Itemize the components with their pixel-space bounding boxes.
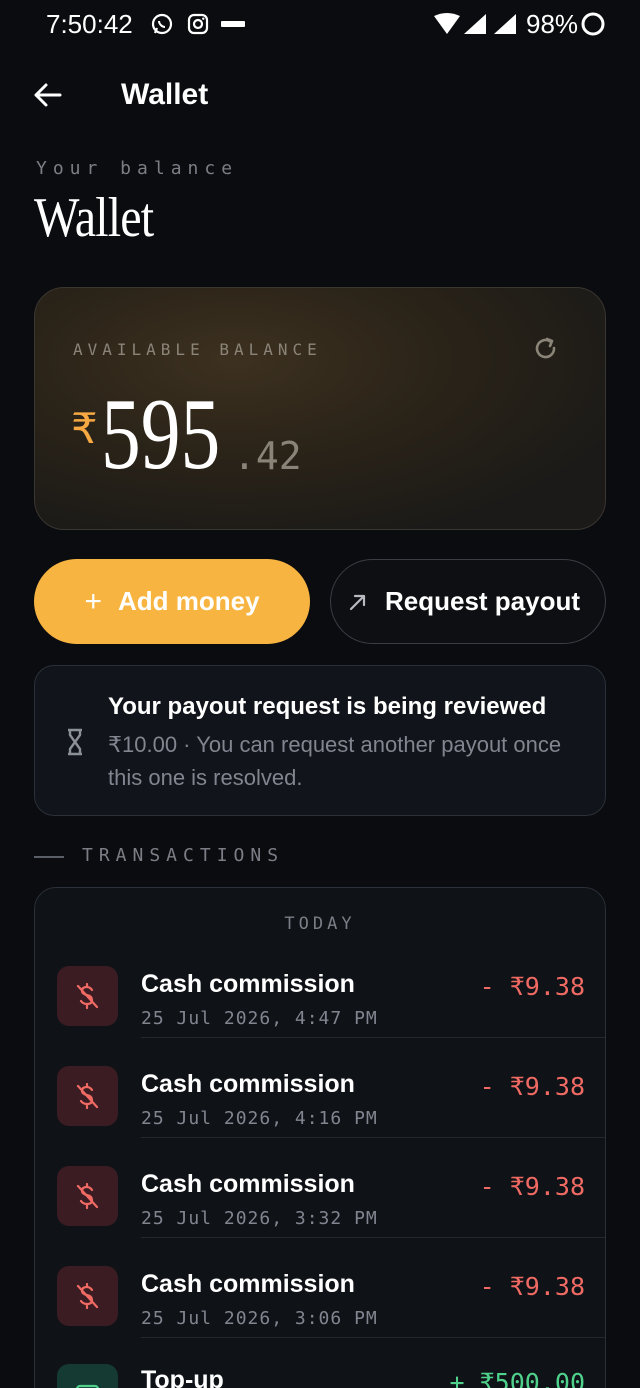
dollar-off-icon	[76, 983, 99, 1010]
payout-review-notice: Your payout request is being reviewed ₹1…	[34, 665, 606, 816]
app-bar-title: Wallet	[121, 78, 209, 111]
instagram-icon	[187, 13, 209, 35]
balance-eyebrow: Your balance	[36, 158, 239, 179]
request-payout-label: Request payout	[385, 586, 581, 616]
transaction-row[interactable]: Cash commission 25 Jul 2026, 3:32 PM - ₹…	[35, 1138, 605, 1238]
transaction-row[interactable]: Cash commission 25 Jul 2026, 4:47 PM - ₹…	[35, 938, 605, 1038]
media-icon	[221, 21, 245, 27]
balance-fraction: .42	[233, 434, 302, 478]
transaction-name: Top-up	[141, 1366, 224, 1388]
request-payout-button[interactable]: Request payout	[330, 559, 606, 644]
transaction-name: Cash commission	[141, 1170, 355, 1198]
add-money-label: Add money	[117, 586, 260, 616]
transactions-card: TODAY Cash commission 25 Jul 2026, 4:47 …	[34, 887, 606, 1388]
hourglass-icon	[68, 728, 82, 756]
transaction-amount: + ₹500.00	[449, 1368, 585, 1388]
add-money-button[interactable]: + Add money	[34, 559, 310, 644]
transaction-icon-badge	[57, 1364, 118, 1388]
notice-body: ₹10.00 · You can request another payout …	[108, 732, 562, 790]
transaction-name: Cash commission	[141, 970, 355, 998]
transaction-icon-badge	[57, 966, 118, 1026]
balance-card: AVAILABLE BALANCE ₹ 595 .42	[34, 287, 606, 530]
signal-icon	[464, 14, 486, 34]
transaction-date: 25 Jul 2026, 4:47 PM	[141, 1008, 378, 1029]
balance-label: AVAILABLE BALANCE	[73, 340, 322, 359]
transaction-date: 25 Jul 2026, 4:16 PM	[141, 1108, 378, 1129]
transaction-name: Cash commission	[141, 1270, 355, 1298]
battery-level: 98%	[526, 9, 579, 39]
page-title: Wallet	[34, 187, 154, 249]
whatsapp-icon	[151, 13, 173, 35]
transaction-icon-badge	[57, 1166, 118, 1226]
group-label-today: TODAY	[284, 914, 356, 934]
status-time: 7:50:42	[46, 9, 133, 39]
arrow-up-right-icon	[349, 594, 366, 610]
transaction-icon-badge	[57, 1066, 118, 1126]
transactions-section-title: TRANSACTIONS	[82, 845, 285, 866]
wifi-icon	[434, 13, 460, 34]
dollar-off-icon	[76, 1283, 99, 1310]
transaction-date: 25 Jul 2026, 3:06 PM	[141, 1308, 378, 1329]
balance-amount: 595	[101, 378, 221, 491]
transaction-amount: - ₹9.38	[479, 1272, 585, 1301]
plus-icon: +	[84, 584, 102, 618]
notice-title: Your payout request is being reviewed	[108, 693, 547, 720]
back-arrow-icon[interactable]	[30, 78, 64, 112]
battery-ring-icon	[581, 12, 605, 36]
transaction-amount: - ₹9.38	[479, 972, 585, 1001]
transaction-amount: - ₹9.38	[479, 1072, 585, 1101]
status-bar: 7:50:42 98%	[0, 0, 640, 48]
transaction-name: Cash commission	[141, 1070, 355, 1098]
transaction-row[interactable]: Top-up + ₹500.00	[35, 1336, 605, 1388]
transaction-amount: - ₹9.38	[479, 1172, 585, 1201]
currency-symbol: ₹	[71, 404, 98, 453]
transaction-date: 25 Jul 2026, 3:32 PM	[141, 1208, 378, 1229]
wallet-icon	[76, 1384, 99, 1388]
dollar-off-icon	[76, 1183, 99, 1210]
refresh-icon[interactable]	[533, 336, 559, 362]
signal-icon	[494, 14, 516, 34]
section-divider	[34, 856, 64, 858]
transaction-row[interactable]: Cash commission 25 Jul 2026, 3:06 PM - ₹…	[35, 1238, 605, 1338]
transaction-row[interactable]: Cash commission 25 Jul 2026, 4:16 PM - ₹…	[35, 1038, 605, 1138]
transaction-icon-badge	[57, 1266, 118, 1326]
dollar-off-icon	[76, 1083, 99, 1110]
